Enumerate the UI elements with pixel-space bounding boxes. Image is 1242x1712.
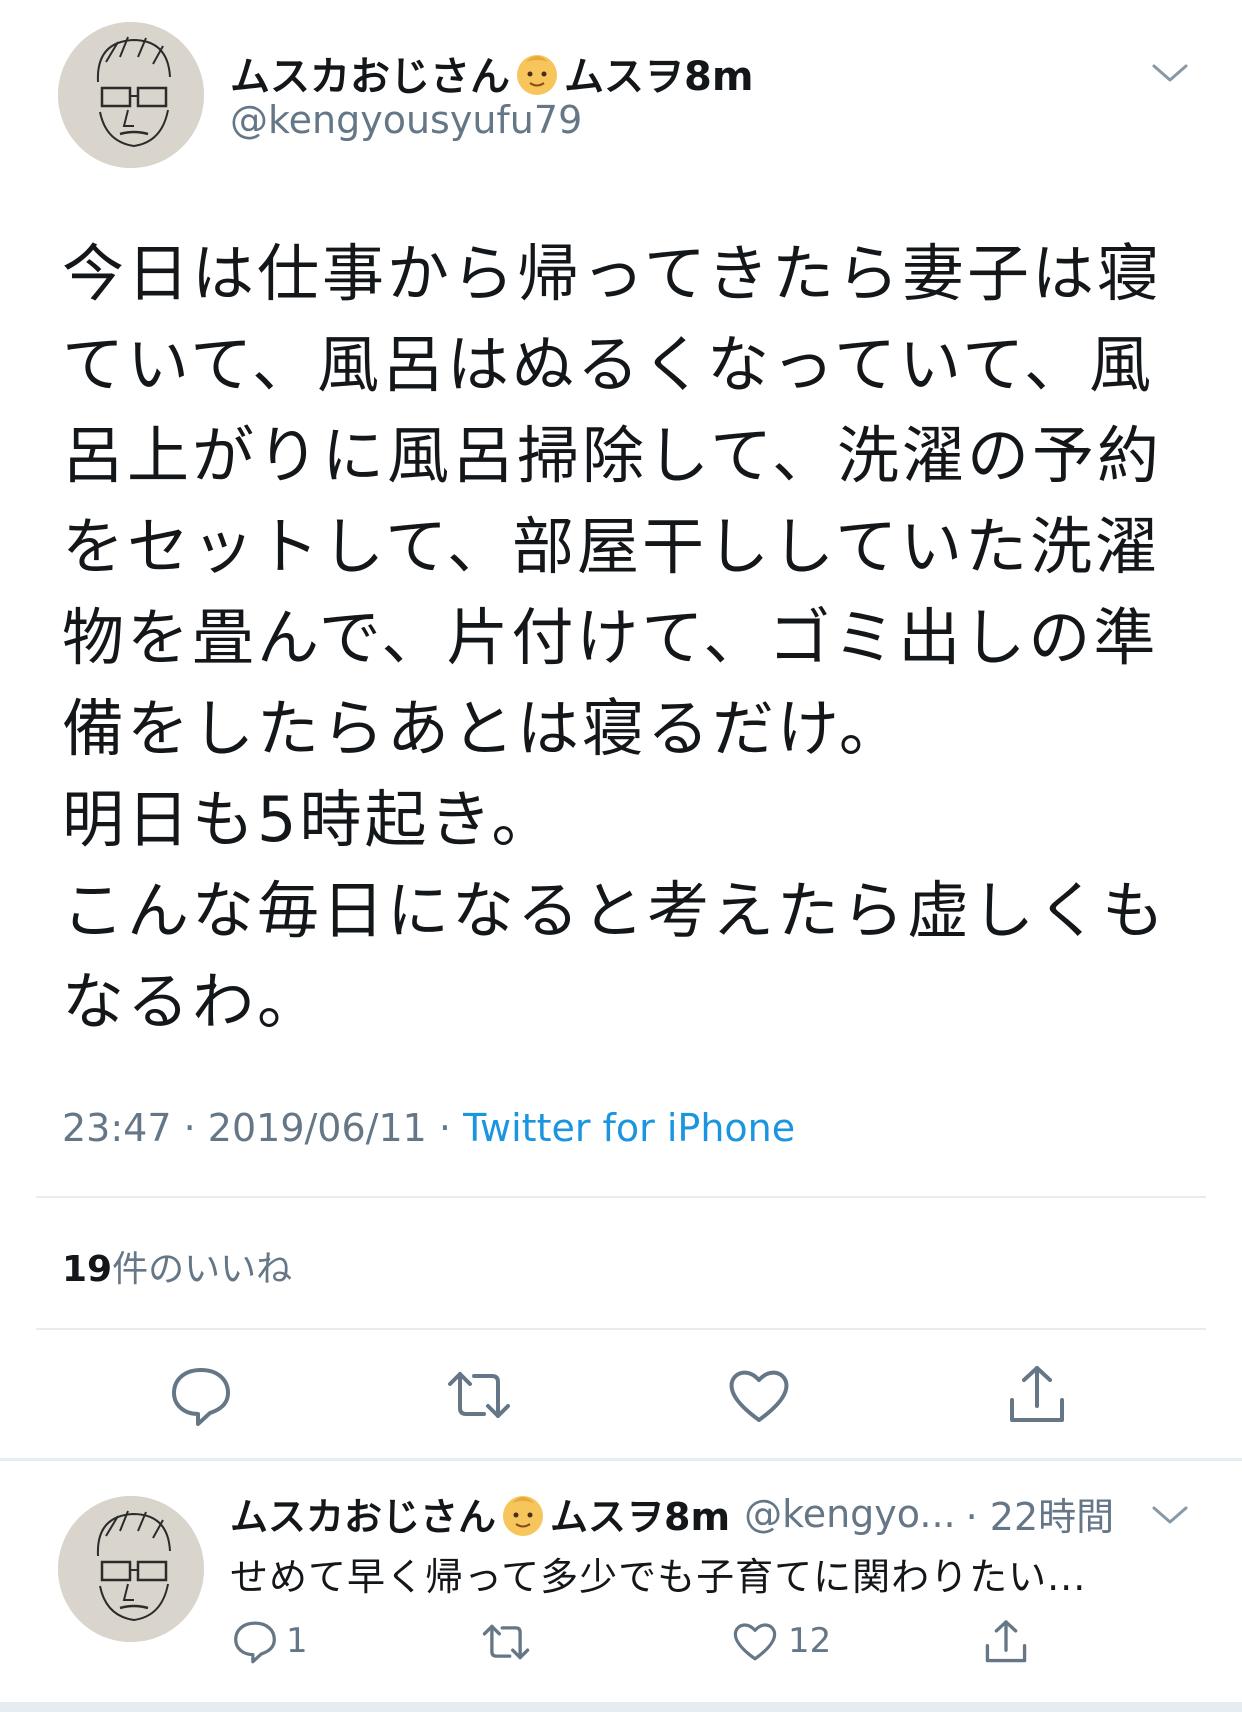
reply-time: · 22時間 (965, 1495, 1115, 1539)
reply-display-name-suffix: ムスヲ8m (550, 1495, 731, 1539)
meta-separator: · (183, 1106, 196, 1150)
tweet-date: 2019/06/11 (207, 1106, 427, 1150)
divider (36, 1196, 1206, 1198)
baby-face-icon (512, 48, 562, 98)
reply-text: せめて早く帰って多少でも子育てに関わりたい... (230, 1555, 1087, 1599)
reply-header[interactable]: ムスカおじさん ムスヲ8m @kengyo... · 22時間 (230, 1486, 1114, 1541)
display-name-prefix: ムスカおじさん (230, 54, 510, 100)
bottom-divider (0, 1702, 1242, 1712)
likes-summary[interactable]: 19件のいいね (62, 1240, 292, 1292)
avatar[interactable] (58, 22, 204, 168)
reply-display-name: ムスカおじさん ムスヲ8m (230, 1486, 730, 1541)
share-icon[interactable] (1002, 1360, 1072, 1430)
divider (36, 1328, 1206, 1330)
meta-separator: · (438, 1106, 452, 1150)
display-name-suffix: ムスヲ8m (564, 54, 754, 100)
retweet-icon[interactable] (480, 1616, 532, 1668)
section-divider (0, 1458, 1242, 1461)
like-count: 12 (788, 1621, 832, 1661)
likes-label: 件のいいね (112, 1249, 293, 1290)
retweet-icon[interactable] (444, 1360, 514, 1430)
tweet-text: 今日は仕事から帰ってきたら妻子は寝 ていて、風呂はぬるくなっていて、風 呂上がり… (62, 237, 1168, 1038)
heart-icon (730, 1616, 780, 1666)
tweet-meta: 23:47 · 2019/06/11 · Twitter for iPhone (62, 1106, 795, 1150)
reply-action-like[interactable]: 12 (730, 1616, 831, 1666)
tweet-source-link[interactable]: Twitter for iPhone (463, 1106, 795, 1150)
reply-handle: @kengyo... (744, 1491, 956, 1536)
reply-icon (230, 1616, 280, 1666)
tweet-time: 23:47 (62, 1106, 172, 1150)
reply-display-name-prefix: ムスカおじさん (230, 1495, 497, 1539)
likes-count: 19 (62, 1249, 113, 1290)
heart-icon[interactable] (724, 1360, 794, 1430)
chevron-down-icon[interactable] (1150, 58, 1190, 88)
reply-avatar[interactable] (58, 1496, 204, 1642)
share-icon[interactable] (980, 1616, 1032, 1668)
display-name[interactable]: ムスカおじさん ムスヲ8m (230, 44, 754, 102)
reply-count: 1 (286, 1621, 308, 1661)
baby-face-icon (498, 1489, 548, 1539)
reply-icon[interactable] (166, 1360, 236, 1430)
reply-action-reply[interactable]: 1 (230, 1616, 308, 1666)
chevron-down-icon[interactable] (1150, 1500, 1190, 1530)
user-handle[interactable]: @kengyousyufu79 (230, 98, 582, 142)
